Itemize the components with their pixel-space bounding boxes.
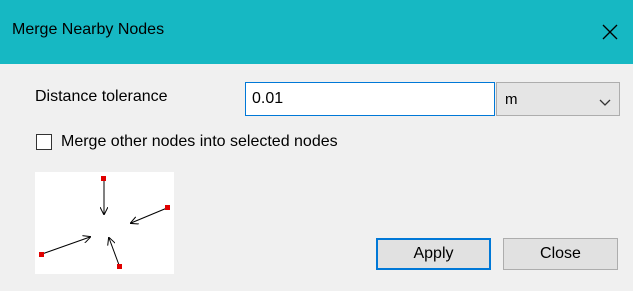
close-button[interactable]: Close xyxy=(503,238,618,270)
arrow-right xyxy=(131,207,168,223)
title-bar: Merge Nearby Nodes xyxy=(0,0,633,64)
arrow-left xyxy=(41,237,90,255)
apply-button[interactable]: Apply xyxy=(376,238,491,270)
close-icon[interactable] xyxy=(587,0,633,64)
arrow-bottom xyxy=(109,238,120,266)
node-top xyxy=(101,176,106,181)
node-left xyxy=(39,252,44,257)
merge-into-selected-label: Merge other nodes into selected nodes xyxy=(61,133,338,150)
merge-nodes-diagram-svg xyxy=(39,176,170,269)
merge-into-selected-checkbox[interactable] xyxy=(36,134,52,150)
merge-nearby-nodes-dialog: Merge Nearby Nodes Distance tolerance m … xyxy=(0,0,633,291)
node-bottom xyxy=(117,264,122,269)
node-right xyxy=(165,205,170,210)
dialog-title: Merge Nearby Nodes xyxy=(12,21,165,38)
unit-value: m xyxy=(505,91,518,108)
merge-into-selected-row[interactable]: Merge other nodes into selected nodes xyxy=(36,133,338,151)
distance-tolerance-label: Distance tolerance xyxy=(35,88,168,105)
merge-nodes-diagram xyxy=(35,172,174,274)
unit-select[interactable]: m xyxy=(496,82,620,116)
distance-tolerance-input[interactable] xyxy=(245,82,495,116)
chevron-down-icon xyxy=(599,94,611,112)
